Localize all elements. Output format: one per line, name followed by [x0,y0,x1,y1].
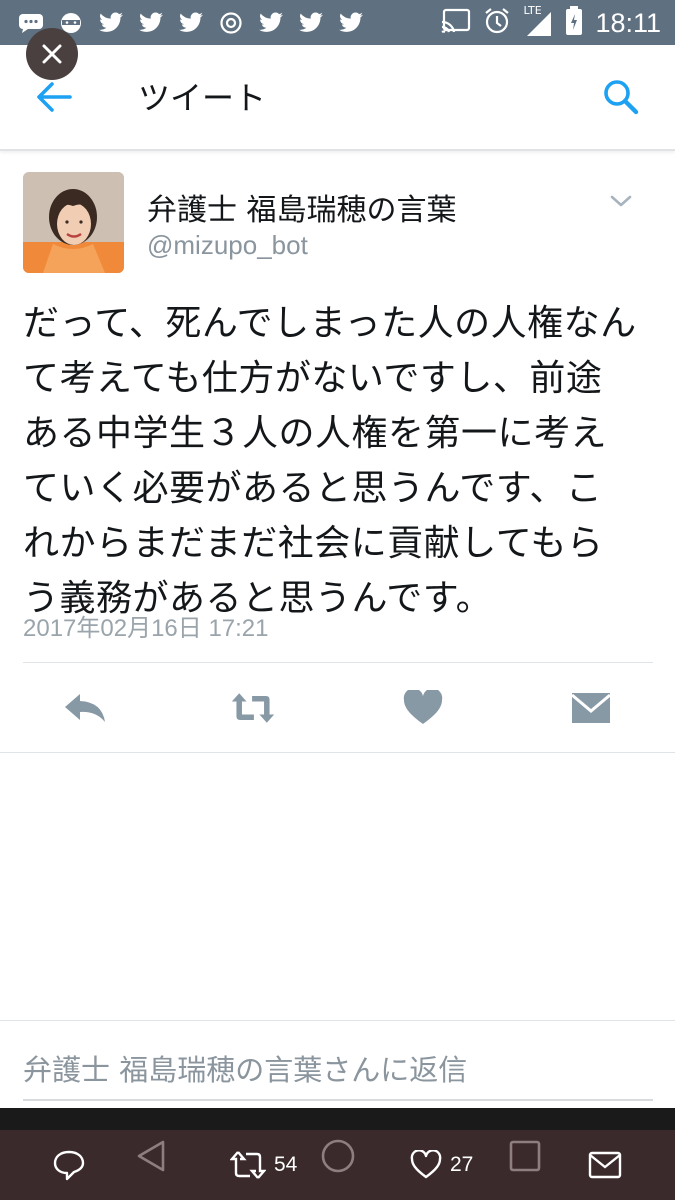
heart-outline-icon [410,1150,442,1179]
retweet-icon [231,693,275,723]
reply-icon [65,694,105,722]
search-icon [604,80,639,115]
envelope-icon [571,693,611,723]
divider [0,752,675,753]
bottom-retweet-button[interactable]: 54 [230,1146,297,1184]
like-count: 27 [450,1153,474,1176]
direct-message-button[interactable] [568,688,614,728]
close-icon [42,44,62,64]
signal-icon: LTE [523,4,553,38]
profile-photo [23,172,124,273]
tweet-text: だって、死んでしまった人の人権なん て考えても仕方がないですし、前途 ある中学生… [23,303,637,619]
user-handle[interactable]: @mizupo_bot [147,230,308,261]
circle-home-icon [321,1139,355,1173]
triangle-back-icon [137,1140,165,1172]
cast-icon [441,8,471,38]
tweet-actions [0,664,675,752]
reply-button[interactable] [62,688,108,728]
bottom-like-button[interactable]: 27 [410,1146,473,1184]
close-button[interactable] [26,28,78,80]
retweet-icon [230,1151,266,1179]
tweet-timestamp: 2017年02月16日 17:21 [23,615,269,642]
tweet-menu-button[interactable] [607,190,635,212]
retweet-count: 54 [274,1153,298,1176]
retweet-button[interactable] [230,688,276,728]
system-indicators: LTE 18:11 [441,4,661,40]
battery-icon [565,6,583,40]
twitter-icon [178,12,204,34]
twitter-icon [138,12,164,34]
alarm-icon [483,7,511,39]
like-button[interactable] [400,688,446,728]
page-title: ツイート [138,79,267,117]
status-bar: LTE 18:11 [0,0,675,45]
bottom-action-bar: 54 27 [0,1130,675,1200]
system-back-button[interactable] [133,1138,169,1174]
square-recents-icon [509,1140,541,1172]
app-toolbar: ツイート [0,45,675,151]
display-name[interactable]: 弁護士 福島瑞穂の言葉 [147,185,457,229]
back-arrow-icon [37,82,72,112]
speech-bubble-icon [53,1150,85,1181]
reply-input-placeholder[interactable]: 弁護士 福島瑞穂の言葉さんに返信 [23,1047,467,1089]
reply-composer[interactable]: 弁護士 福島瑞穂の言葉さんに返信 [0,1020,675,1109]
reply-input-underline [23,1099,653,1101]
chevron-down-icon [610,195,632,207]
notification-icons [18,8,364,38]
system-home-button[interactable] [320,1138,356,1174]
twitter-icon [98,12,124,34]
avatar[interactable] [23,172,124,273]
search-button[interactable] [601,77,641,117]
bottom-reply-button[interactable] [52,1146,86,1184]
bottom-message-button[interactable] [588,1146,622,1184]
divider [23,662,653,663]
envelope-outline-icon [588,1151,622,1179]
bottom-separator [0,1108,675,1130]
circle-at-icon [218,12,244,34]
twitter-icon [338,12,364,34]
twitter-icon [298,12,324,34]
twitter-icon [258,12,284,34]
clock: 18:11 [595,7,661,38]
system-recents-button[interactable] [507,1138,543,1174]
heart-icon [403,690,443,724]
back-button[interactable] [34,79,74,115]
